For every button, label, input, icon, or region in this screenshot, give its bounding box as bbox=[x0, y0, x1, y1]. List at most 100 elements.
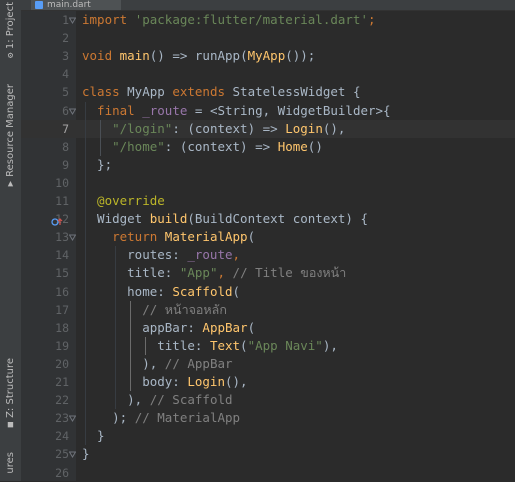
indent-guide bbox=[145, 336, 146, 355]
file-tab-label: main.dart bbox=[47, 0, 91, 10]
line-number: 24 bbox=[55, 429, 69, 444]
line-number: 22 bbox=[55, 393, 69, 408]
code-line[interactable]: 16 home: Scaffold( bbox=[21, 283, 515, 301]
line-number: 8 bbox=[62, 139, 69, 154]
android-icon: ⚙ bbox=[7, 51, 14, 62]
code-line[interactable]: 15 title: "App", // Title ของหน้า bbox=[21, 264, 515, 282]
code-line[interactable]: 18 appBar: AppBar( bbox=[21, 319, 515, 337]
code-token: // Scaffold bbox=[149, 392, 233, 408]
line-number: 7 bbox=[62, 121, 69, 136]
code-token: AppBar bbox=[202, 319, 248, 335]
code-token: ), bbox=[82, 355, 165, 371]
code-line[interactable]: 17 // หน้าจอหลัก bbox=[21, 301, 515, 319]
line-number: 18 bbox=[55, 320, 69, 335]
code-token: "/login" bbox=[112, 120, 173, 136]
code-token: appBar: bbox=[82, 319, 203, 335]
fold-marker-icon[interactable] bbox=[69, 17, 76, 24]
fold-marker-icon[interactable] bbox=[69, 451, 76, 459]
fold-marker-icon[interactable] bbox=[69, 234, 76, 242]
code-token: body: bbox=[82, 374, 188, 389]
code-token: 'package:flutter/material.dart' bbox=[134, 12, 368, 27]
line-number: 13 bbox=[55, 230, 69, 245]
code-text: import 'package:flutter/material.dart'; bbox=[82, 11, 376, 29]
code-line[interactable]: 7 "/login": (context) => Login(), bbox=[21, 120, 515, 138]
line-number: 3 bbox=[62, 49, 69, 64]
code-token: = <String, WidgetBuilder>{ bbox=[187, 102, 391, 118]
code-text: "/login": (context) => Login(), bbox=[82, 120, 345, 138]
code-line[interactable]: 11 @override bbox=[21, 192, 515, 210]
code-token: Scaffold bbox=[172, 283, 233, 299]
code-token: : (context) => bbox=[172, 120, 286, 136]
line-number: 21 bbox=[55, 375, 69, 389]
code-text: home: Scaffold( bbox=[82, 283, 240, 301]
code-text: } bbox=[82, 445, 90, 463]
code-line[interactable]: 3 void main() => runApp(MyApp()); bbox=[21, 47, 515, 65]
code-line[interactable]: 10 bbox=[21, 174, 515, 192]
code-line[interactable]: 25} bbox=[21, 445, 515, 463]
resource-manager-tool-tab[interactable]: Resource Manager ▲ bbox=[0, 84, 21, 189]
indent-guide bbox=[85, 101, 86, 446]
structure-tool-tab[interactable]: Z: Structure ■ bbox=[0, 358, 21, 430]
code-token: Text bbox=[209, 337, 241, 353]
line-number: 2 bbox=[62, 31, 69, 46]
code-token: ()); bbox=[285, 48, 316, 64]
code-line[interactable]: 26 bbox=[21, 464, 515, 482]
code-line[interactable]: 8 "/home": (context) => Home() bbox=[21, 138, 515, 156]
code-line[interactable]: 21 body: Login(), bbox=[21, 373, 515, 391]
line-number: 11 bbox=[55, 194, 69, 208]
code-token: , bbox=[217, 265, 233, 281]
code-token: ( bbox=[240, 48, 248, 64]
code-line[interactable]: 19 title: Text("App Navi"), bbox=[21, 337, 515, 355]
override-gutter-icon[interactable] bbox=[51, 213, 65, 226]
line-number: 6 bbox=[62, 103, 69, 118]
fold-marker-icon[interactable] bbox=[69, 415, 76, 423]
code-line[interactable]: 20 ), // AppBar bbox=[21, 355, 515, 373]
code-line[interactable]: 9 }; bbox=[21, 156, 515, 174]
fold-marker-icon[interactable] bbox=[69, 108, 76, 115]
code-line[interactable]: 5 class MyApp extends StatelessWidget { bbox=[21, 83, 515, 101]
code-text: void main() => runApp(MyApp()); bbox=[82, 47, 315, 65]
code-token: , bbox=[232, 247, 241, 263]
code-text: routes: _route, bbox=[82, 246, 240, 264]
project-tool-tab[interactable]: 1: Project ⚙ bbox=[0, 2, 21, 61]
line-number: 19 bbox=[55, 338, 69, 353]
code-text: ); // MaterialApp bbox=[82, 409, 240, 427]
line-number: 26 bbox=[55, 465, 69, 480]
structure-tab-label: Z: Structure bbox=[5, 358, 16, 418]
code-line[interactable]: 23 ); // MaterialApp bbox=[21, 409, 515, 427]
editor-tab-bar: main.dart bbox=[21, 0, 515, 11]
code-token: ( bbox=[240, 337, 248, 353]
code-line[interactable]: 14 routes: _route, bbox=[21, 246, 515, 264]
code-line[interactable]: 1 import 'package:flutter/material.dart'; bbox=[21, 11, 515, 29]
code-text: class MyApp extends StatelessWidget { bbox=[82, 83, 360, 101]
code-text: ), // AppBar bbox=[82, 355, 233, 373]
code-token: _route bbox=[142, 102, 188, 118]
code-line[interactable]: 12 Widget build(BuildContext context) { bbox=[21, 210, 515, 228]
code-token: // Title ของหน้า bbox=[232, 265, 347, 281]
code-token: Login bbox=[285, 120, 323, 136]
line-number: 14 bbox=[55, 248, 69, 263]
code-line[interactable]: 13 return MaterialApp( bbox=[21, 228, 515, 246]
code-line[interactable]: 22 ), // Scaffold bbox=[21, 391, 515, 409]
code-token: }; bbox=[82, 156, 113, 172]
file-tab-main-dart[interactable]: main.dart bbox=[31, 0, 121, 10]
code-token: : (context) => bbox=[164, 138, 278, 154]
code-line[interactable]: 24 } bbox=[21, 427, 515, 445]
code-text: body: Login(), bbox=[82, 373, 247, 391]
code-text: title: Text("App Navi"), bbox=[82, 337, 338, 355]
code-token: title: bbox=[82, 265, 180, 281]
code-line[interactable]: 2 bbox=[21, 29, 515, 47]
code-token: MyApp bbox=[247, 48, 286, 64]
line-number: 17 bbox=[55, 302, 69, 317]
code-token: MaterialApp bbox=[164, 229, 248, 245]
code-token: home: bbox=[82, 283, 173, 299]
code-line[interactable]: 6 final _route = <String, WidgetBuilder>… bbox=[21, 102, 515, 120]
bottom-tool-tab[interactable]: ures bbox=[0, 452, 21, 474]
code-token: // AppBar bbox=[164, 355, 233, 371]
code-line[interactable]: 4 bbox=[21, 65, 515, 83]
code-token: "App" bbox=[179, 265, 218, 281]
line-number: 20 bbox=[55, 356, 69, 371]
code-token: ), bbox=[322, 337, 338, 353]
